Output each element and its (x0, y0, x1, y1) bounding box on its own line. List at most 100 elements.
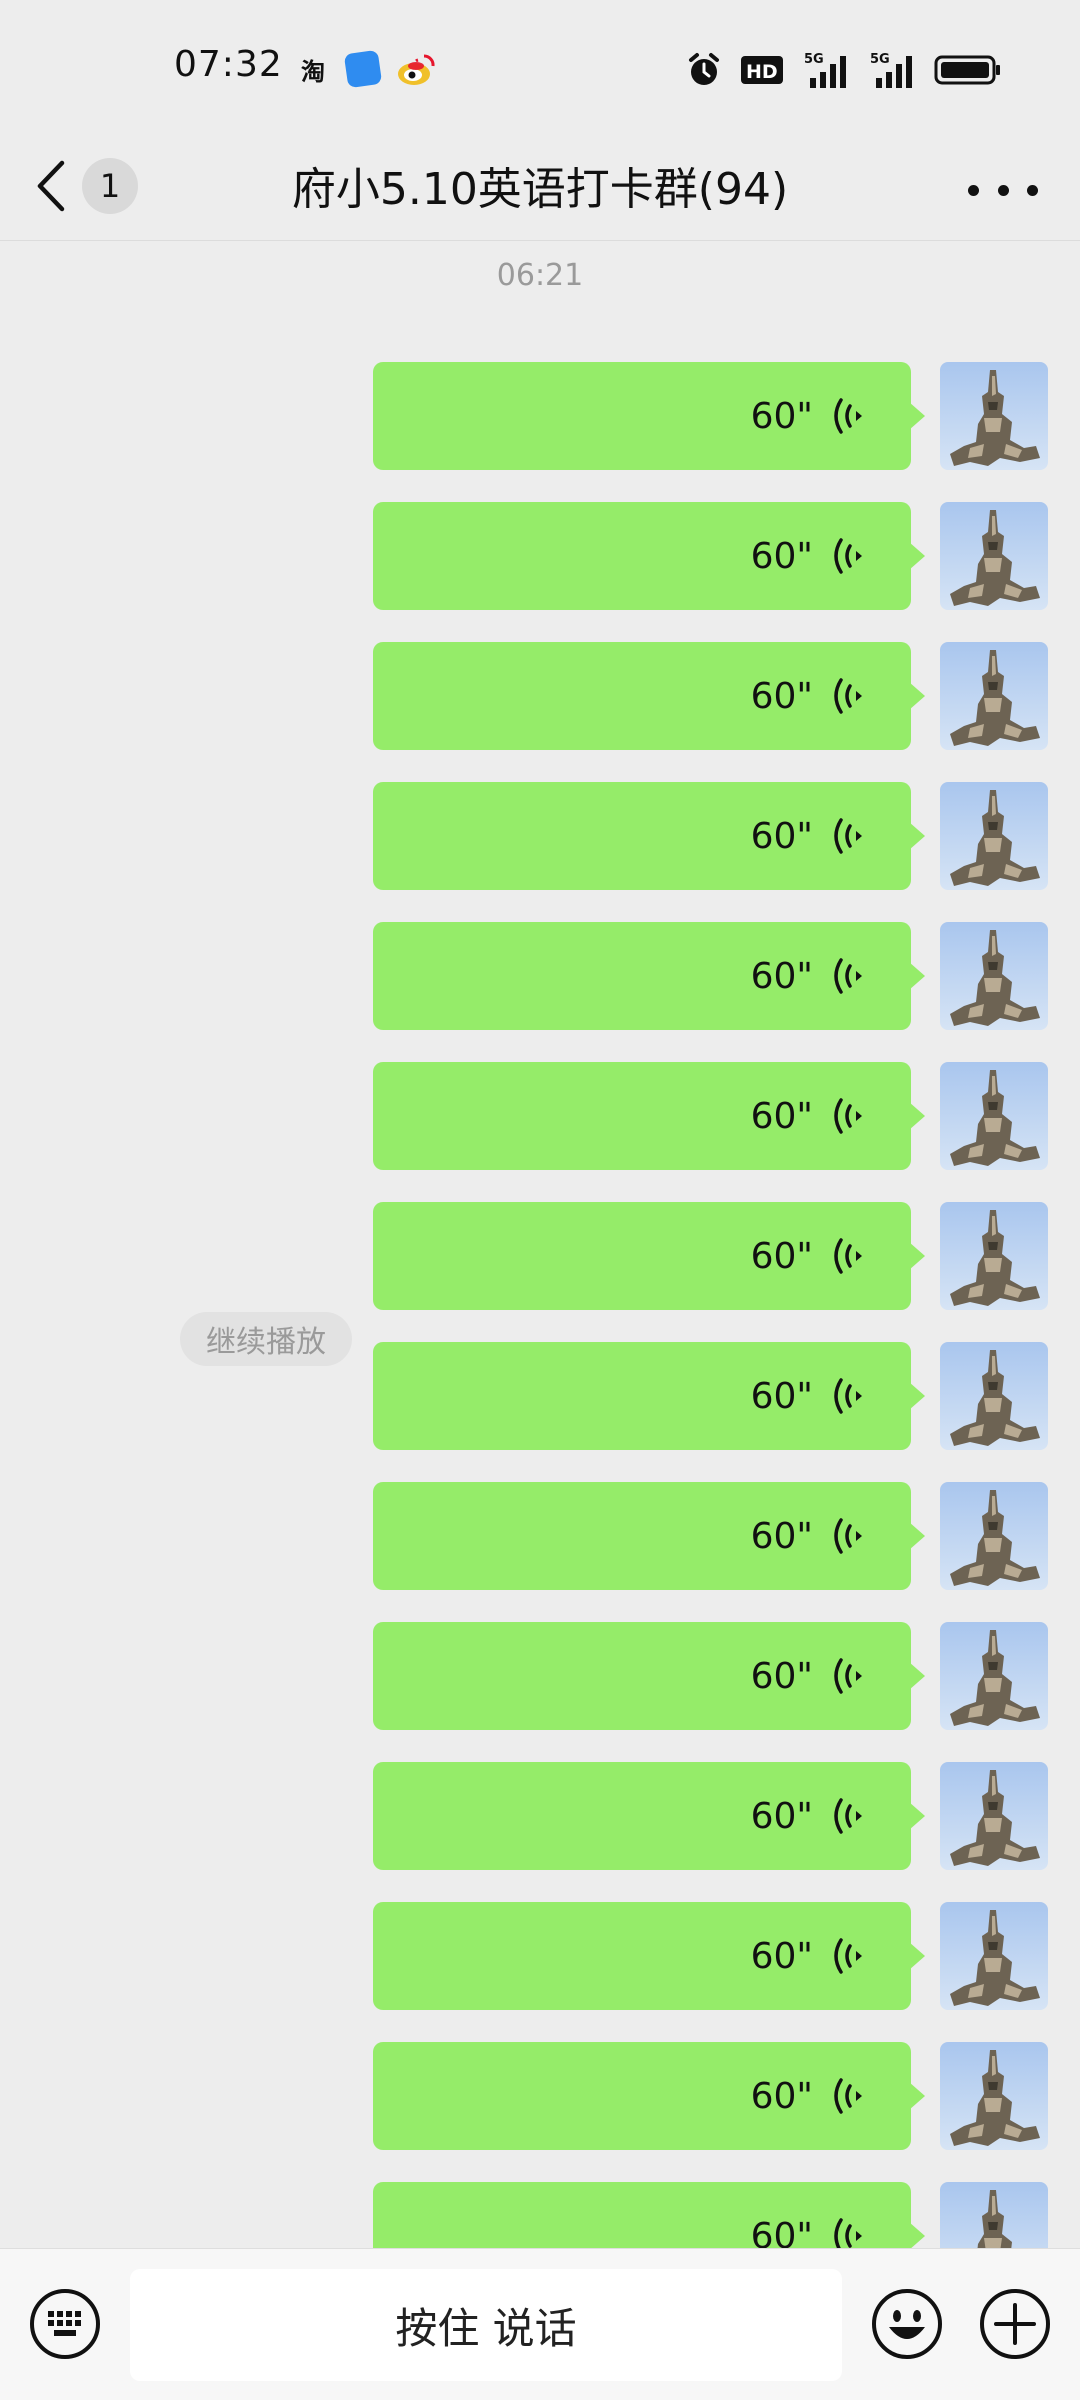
weibo-icon (398, 54, 435, 85)
voice-wave-icon (834, 678, 862, 714)
back-chevron-icon (37, 160, 65, 212)
voice-duration: 60" (750, 1795, 813, 1837)
voice-wave-icon (834, 1798, 862, 1834)
voice-wave-icon (834, 1938, 862, 1974)
alarm-icon (689, 53, 719, 85)
status-time: 07:32 (174, 44, 283, 85)
voice-message-row: 60" (0, 1062, 1080, 1170)
voice-message-row: 60" (0, 1902, 1080, 2010)
emoji-icon[interactable] (870, 2287, 944, 2361)
voice-duration: 60" (750, 675, 813, 717)
status-icons: HD 5G 5G (686, 50, 1002, 90)
plus-icon[interactable] (978, 2287, 1052, 2361)
voice-message-bubble[interactable]: 60" (373, 1482, 925, 1590)
voice-wave-icon (834, 2078, 862, 2114)
voice-message-row: 60" (0, 502, 1080, 610)
message-timestamp: 06:21 (496, 258, 584, 293)
voice-message-row: 60" (0, 1482, 1080, 1590)
voice-duration: 60" (750, 535, 813, 577)
back-button[interactable]: 1 (34, 144, 144, 228)
voice-duration: 60" (750, 2075, 813, 2117)
hd-icon: HD (741, 56, 783, 84)
voice-message-row: 60" (0, 782, 1080, 890)
voice-duration: 60" (750, 2215, 813, 2249)
more-dot-icon (968, 184, 979, 196)
svg-text:HD: HD (746, 61, 778, 83)
voice-duration: 60" (750, 1935, 813, 1977)
voice-message-row: 60" (0, 1762, 1080, 1870)
voice-message-bubble[interactable]: 60" (373, 782, 925, 890)
sender-avatar[interactable] (940, 782, 1048, 890)
voice-message-row: 60" (0, 1342, 1080, 1450)
voice-wave-icon (834, 1518, 862, 1554)
voice-message-row: 60" (0, 2182, 1080, 2248)
more-options-button[interactable] (968, 166, 1038, 214)
hold-to-talk-button[interactable]: 按住 说话 (130, 2269, 842, 2381)
chat-title: 府小5.10英语打卡群(94) (291, 164, 789, 215)
svg-text:5G: 5G (804, 52, 824, 67)
svg-text:5G: 5G (870, 52, 890, 67)
voice-message-bubble[interactable]: 60" (373, 2182, 925, 2249)
voice-wave-icon (834, 538, 862, 574)
voice-wave-icon (834, 818, 862, 854)
voice-message-bubble[interactable]: 60" (373, 1902, 925, 2010)
voice-message-bubble[interactable]: 60" (373, 1762, 925, 1870)
sender-avatar[interactable] (940, 2042, 1048, 2150)
voice-wave-icon (834, 2218, 862, 2248)
voice-message-bubble[interactable]: 60" (373, 362, 925, 470)
sender-avatar[interactable] (940, 1482, 1048, 1590)
voice-duration: 60" (750, 1655, 813, 1697)
sender-avatar[interactable] (940, 2182, 1048, 2248)
voice-message-row: 60" (0, 922, 1080, 1030)
voice-wave-icon (834, 1658, 862, 1694)
sender-avatar[interactable] (940, 502, 1048, 610)
sender-avatar[interactable] (940, 922, 1048, 1030)
chat-screen: 07:32 淘 HD 5G 5G 1 府小5.10英语打卡群(94) 06:21… (0, 0, 1080, 2400)
voice-message-row: 60" (0, 1622, 1080, 1730)
sender-avatar[interactable] (940, 1622, 1048, 1730)
voice-duration: 60" (750, 1375, 813, 1417)
voice-wave-icon (834, 958, 862, 994)
voice-message-row: 60" (0, 2042, 1080, 2150)
voice-duration: 60" (750, 395, 813, 437)
voice-wave-icon (834, 1378, 862, 1414)
nav-bar: 1 府小5.10英语打卡群(94) (0, 140, 1080, 240)
nav-divider (0, 240, 1080, 241)
voice-message-bubble[interactable]: 60" (373, 502, 925, 610)
voice-message-bubble[interactable]: 60" (373, 1622, 925, 1730)
battery-icon (934, 55, 1000, 85)
voice-wave-icon (834, 1238, 862, 1274)
taobao-icon: 淘 (301, 57, 325, 86)
sender-avatar[interactable] (940, 1902, 1048, 2010)
voice-wave-icon (834, 1098, 862, 1134)
voice-message-bubble[interactable]: 60" (373, 1062, 925, 1170)
voice-message-bubble[interactable]: 60" (373, 1202, 925, 1310)
sender-avatar[interactable] (940, 1062, 1048, 1170)
more-dot-icon (997, 184, 1009, 196)
voice-duration: 60" (750, 955, 813, 997)
voice-message-bubble[interactable]: 60" (373, 1342, 925, 1450)
voice-message-row: 60" (0, 1202, 1080, 1310)
voice-duration: 60" (750, 1095, 813, 1137)
signal-icon-2: 5G (870, 52, 912, 88)
signal-icon: 5G (804, 52, 846, 88)
keyboard-icon[interactable] (28, 2287, 102, 2361)
voice-message-bubble[interactable]: 60" (373, 642, 925, 750)
sender-avatar[interactable] (940, 1762, 1048, 1870)
voice-message-row: 60" (0, 362, 1080, 470)
voice-duration: 60" (750, 815, 813, 857)
voice-message-bubble[interactable]: 60" (373, 922, 925, 1030)
blue-app-icon (343, 49, 383, 89)
status-bar: 07:32 淘 HD 5G 5G (0, 0, 1080, 140)
sender-avatar[interactable] (940, 642, 1048, 750)
sender-avatar[interactable] (940, 1202, 1048, 1310)
sender-avatar[interactable] (940, 1342, 1048, 1450)
voice-duration: 60" (750, 1235, 813, 1277)
voice-message-bubble[interactable]: 60" (373, 2042, 925, 2150)
voice-message-row: 60" (0, 642, 1080, 750)
sender-avatar[interactable] (940, 362, 1048, 470)
message-list[interactable]: 继续播放 60" 60" 60" 60" 60" 60" 60" 60" 60" 60" 60" 60… (0, 362, 1080, 2248)
voice-wave-icon (834, 398, 862, 434)
input-bar: 按住 说话 (0, 2248, 1080, 2400)
unread-count-badge: 1 (82, 158, 138, 214)
